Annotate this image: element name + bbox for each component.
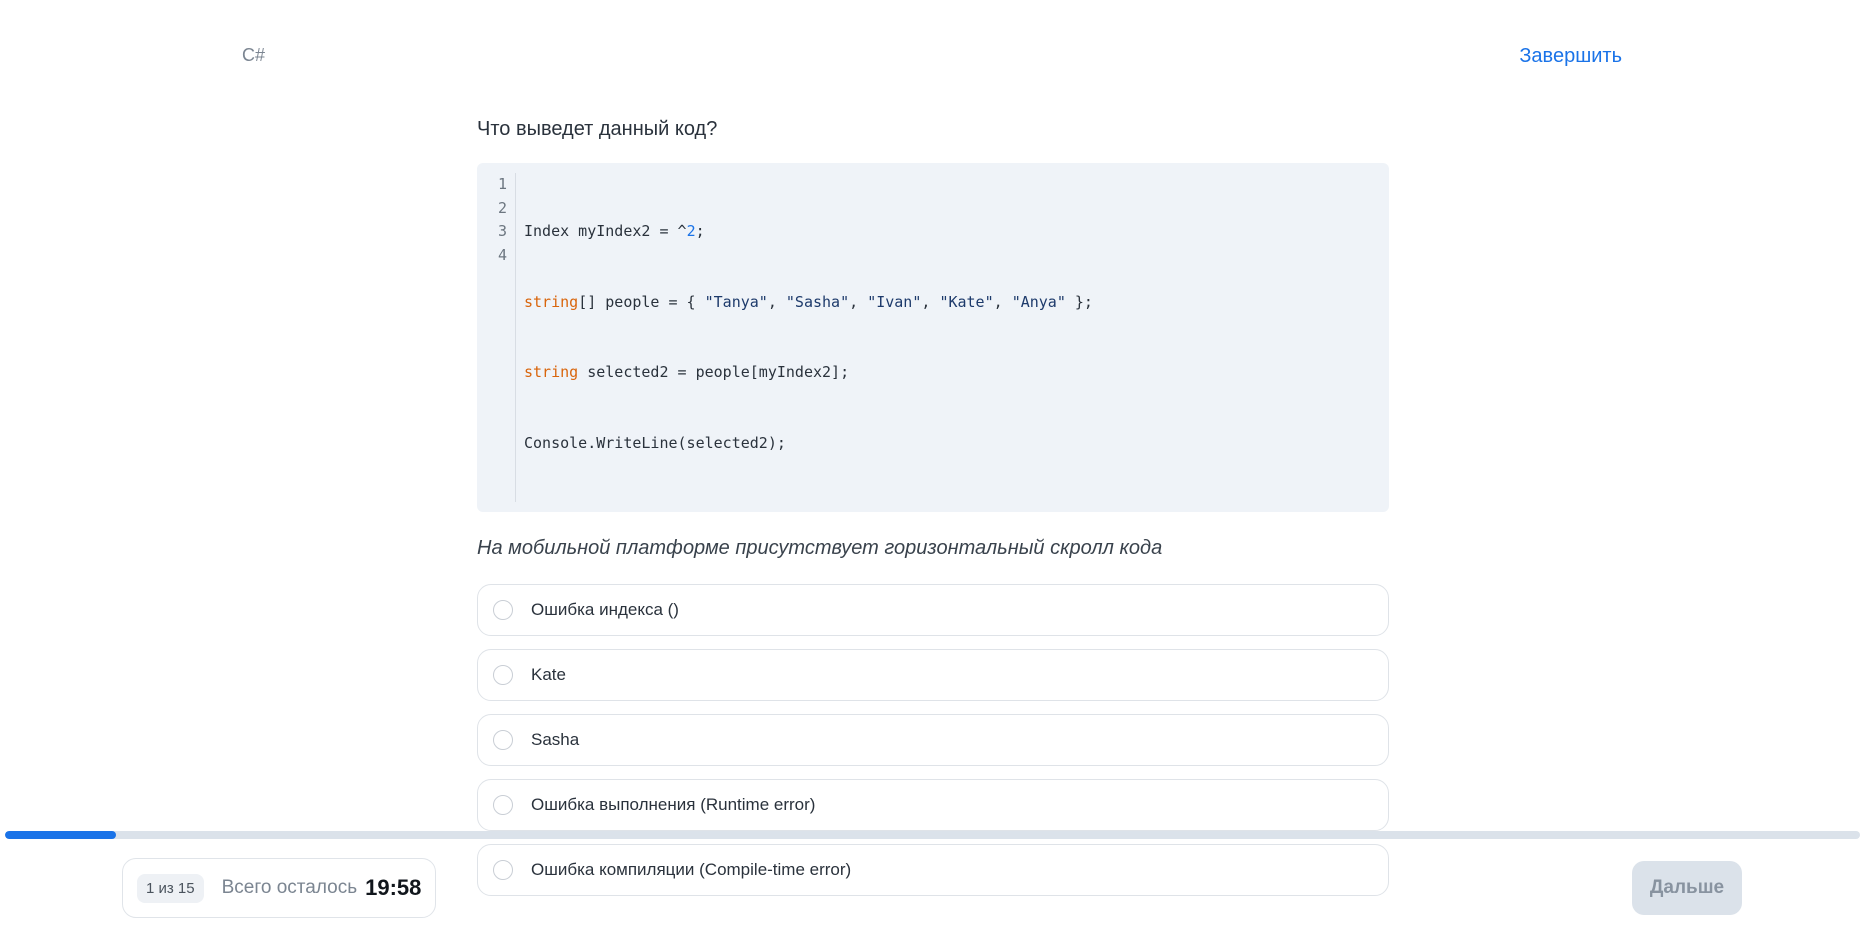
- scroll-note: На мобильной платформе присутствует гори…: [477, 537, 1163, 559]
- time-remaining-label: Всего осталось: [221, 877, 358, 898]
- answer-option[interactable]: Ошибка выполнения (Runtime error): [477, 779, 1389, 831]
- quiz-page: C# Завершить Что выведет данный код? 1 2…: [0, 0, 1860, 935]
- question-counter: 1 из 15: [137, 873, 204, 903]
- line-numbers: 1 2 3 4: [477, 173, 516, 502]
- code-lines: Index myIndex2 = ^2; string[] people = {…: [516, 173, 1093, 502]
- answer-option[interactable]: Kate: [477, 649, 1389, 701]
- status-panel: 1 из 15 Всего осталось 19:58: [122, 858, 437, 918]
- code-line: string[] people = { "Tanya", "Sasha", "I…: [524, 292, 1093, 311]
- progress-fill: [5, 831, 117, 839]
- radio-button[interactable]: [493, 860, 513, 880]
- line-number: 2: [497, 198, 507, 217]
- line-number: 3: [497, 222, 507, 240]
- answer-option[interactable]: Ошибка индекса (): [477, 584, 1389, 636]
- radio-button[interactable]: [493, 795, 513, 815]
- answer-option-label: Ошибка выполнения (Runtime error): [531, 795, 816, 814]
- code-block[interactable]: 1 2 3 4 Index myIndex2 = ^2; string[] pe…: [477, 163, 1389, 512]
- radio-button[interactable]: [493, 600, 513, 620]
- answer-option-label: Sasha: [531, 730, 580, 749]
- answer-option[interactable]: Sasha: [477, 714, 1389, 766]
- answer-option-label: Ошибка индекса (): [531, 600, 679, 619]
- code-line: string selected2 = people[myIndex2];: [524, 363, 850, 381]
- radio-button[interactable]: [493, 730, 513, 750]
- answer-options: Ошибка индекса () Kate Sasha Ошибка выпо…: [477, 584, 1389, 896]
- finish-button[interactable]: Завершить: [1519, 45, 1622, 68]
- progress-bar: [5, 831, 1860, 839]
- answer-option-label: Kate: [531, 665, 566, 684]
- code-line: Console.WriteLine(selected2);: [524, 433, 786, 452]
- code-line: Index myIndex2 = ^2;: [524, 222, 705, 240]
- answer-option-label: Ошибка компиляции (Compile-time error): [531, 860, 852, 879]
- next-button[interactable]: Дальше: [1632, 861, 1742, 915]
- answer-option[interactable]: Ошибка компиляции (Compile-time error): [477, 844, 1389, 896]
- radio-button[interactable]: [493, 665, 513, 685]
- question-panel: Что выведет данный код? 1 2 3 4 Index my…: [477, 115, 1389, 896]
- topic-label: C#: [242, 45, 266, 65]
- question-text: Что выведет данный код?: [477, 118, 718, 140]
- line-number: 1: [497, 175, 507, 193]
- line-number: 4: [497, 245, 507, 264]
- timer: 19:58: [365, 875, 422, 900]
